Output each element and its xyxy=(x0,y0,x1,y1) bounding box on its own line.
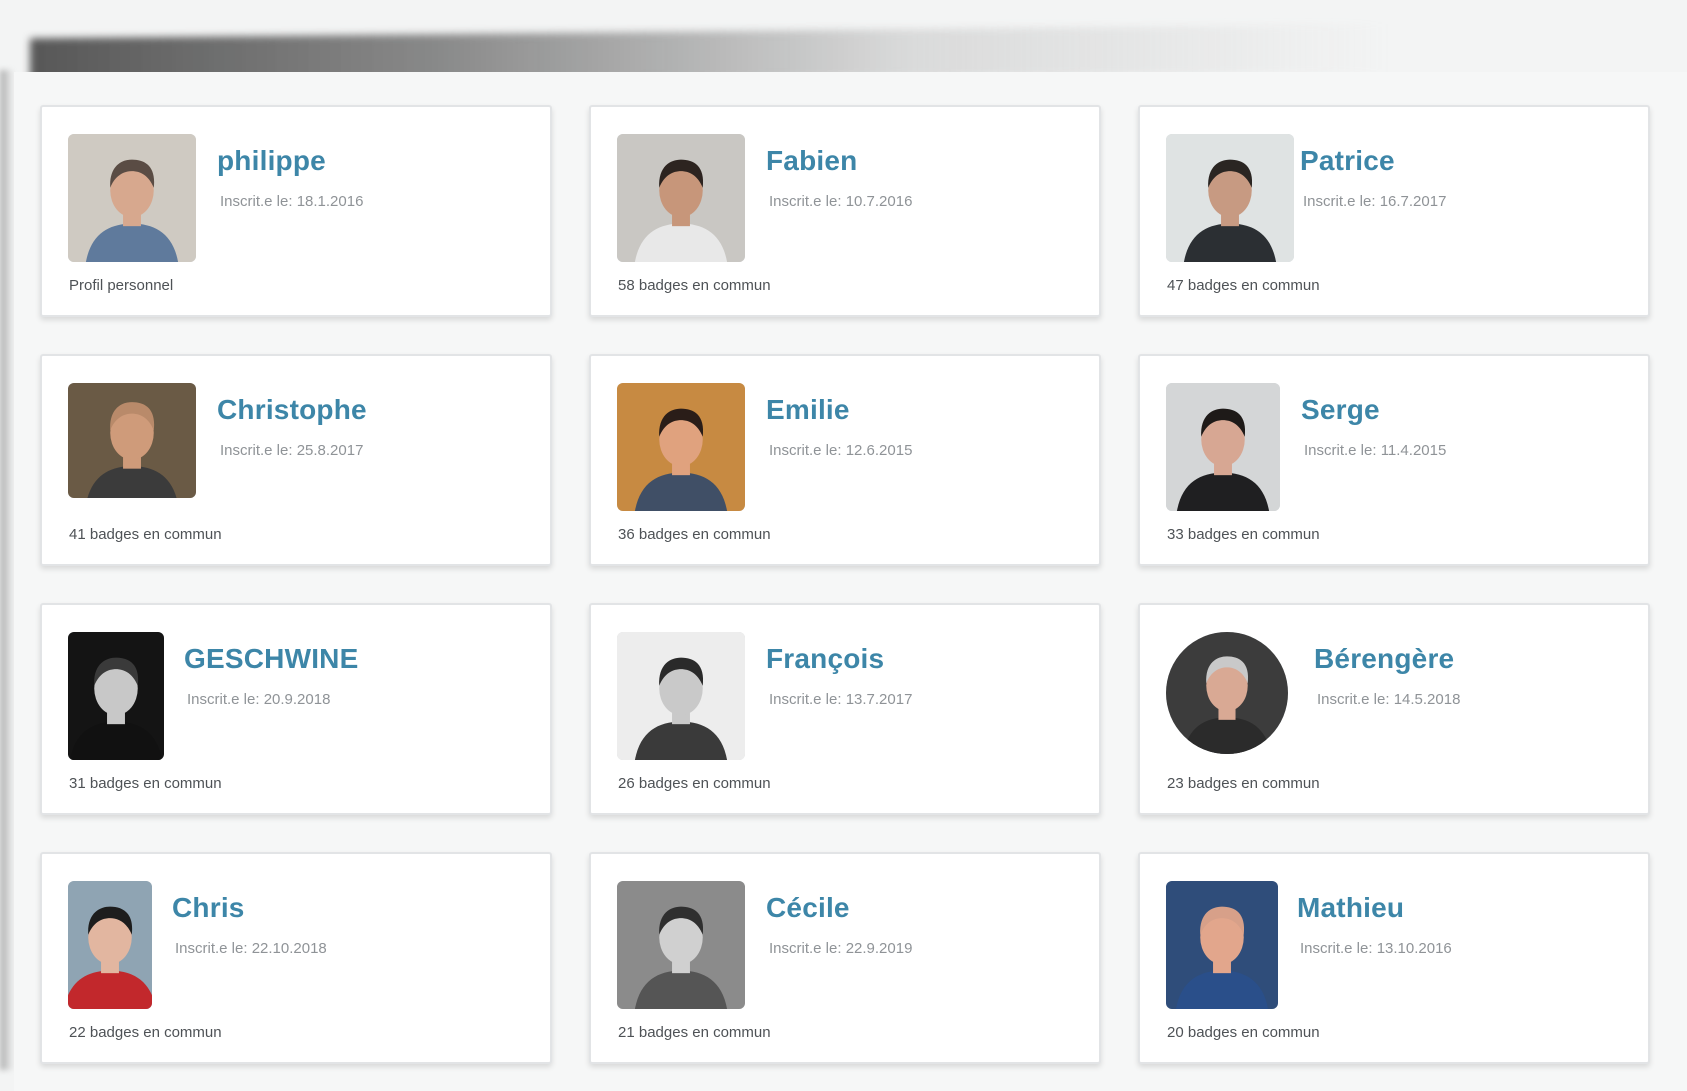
member-name[interactable]: François xyxy=(766,643,884,675)
avatar-photo[interactable] xyxy=(1166,632,1288,754)
member-name[interactable]: Christophe xyxy=(217,394,367,426)
portrait-illustration xyxy=(1166,881,1278,1009)
member-card-christophe[interactable]: Christophe Inscrit.e le: 25.8.2017 41 ba… xyxy=(40,354,552,566)
registration-date: Inscrit.e le: 25.8.2017 xyxy=(220,442,364,459)
portrait-illustration xyxy=(68,134,196,262)
registration-date: Inscrit.e le: 20.9.2018 xyxy=(187,691,331,708)
badges-in-common: 41 badges en commun xyxy=(69,526,222,543)
avatar-photo[interactable] xyxy=(1166,881,1278,1009)
registration-date: Inscrit.e le: 11.4.2015 xyxy=(1304,442,1447,459)
member-card-geschwine[interactable]: GESCHWINE Inscrit.e le: 20.9.2018 31 bad… xyxy=(40,603,552,815)
member-card-fabien[interactable]: Fabien Inscrit.e le: 10.7.2016 58 badges… xyxy=(589,105,1101,317)
badges-in-common: 23 badges en commun xyxy=(1167,775,1320,792)
portrait-illustration xyxy=(1166,134,1294,262)
registration-date: Inscrit.e le: 12.6.2015 xyxy=(769,442,913,459)
badges-in-common: 36 badges en commun xyxy=(618,526,771,543)
portrait-illustration xyxy=(68,383,196,498)
portrait-illustration xyxy=(1166,383,1280,511)
member-card-chris[interactable]: Chris Inscrit.e le: 22.10.2018 22 badges… xyxy=(40,852,552,1064)
member-name[interactable]: Cécile xyxy=(766,892,850,924)
member-name[interactable]: Bérengère xyxy=(1314,643,1454,675)
page-left-shadow xyxy=(0,70,14,1070)
avatar-photo[interactable] xyxy=(68,383,196,498)
badges-in-common: 26 badges en commun xyxy=(618,775,771,792)
avatar-photo[interactable] xyxy=(617,632,745,760)
member-name[interactable]: Mathieu xyxy=(1297,892,1404,924)
member-card-cecile[interactable]: Cécile Inscrit.e le: 22.9.2019 21 badges… xyxy=(589,852,1101,1064)
member-card-patrice[interactable]: Patrice Inscrit.e le: 16.7.2017 47 badge… xyxy=(1138,105,1650,317)
portrait-illustration xyxy=(617,134,745,262)
avatar-photo[interactable] xyxy=(68,632,164,760)
member-card-berengere[interactable]: Bérengère Inscrit.e le: 14.5.2018 23 bad… xyxy=(1138,603,1650,815)
badges-in-common: 20 badges en commun xyxy=(1167,1024,1320,1041)
members-grid: philippe Inscrit.e le: 18.1.2016 Profil … xyxy=(40,105,1650,1064)
member-name[interactable]: Chris xyxy=(172,892,245,924)
portrait-illustration xyxy=(68,881,152,1009)
badges-in-common: 33 badges en commun xyxy=(1167,526,1320,543)
portrait-illustration xyxy=(617,632,745,760)
avatar-photo[interactable] xyxy=(68,134,196,262)
member-name[interactable]: GESCHWINE xyxy=(184,643,358,675)
member-name[interactable]: Fabien xyxy=(766,145,857,177)
registration-date: Inscrit.e le: 16.7.2017 xyxy=(1303,193,1447,210)
member-name[interactable]: Emilie xyxy=(766,394,850,426)
portrait-illustration xyxy=(68,632,164,760)
registration-date: Inscrit.e le: 10.7.2016 xyxy=(769,193,913,210)
portrait-illustration xyxy=(617,881,745,1009)
avatar-photo[interactable] xyxy=(68,881,152,1009)
avatar-photo[interactable] xyxy=(617,383,745,511)
member-card-mathieu[interactable]: Mathieu Inscrit.e le: 13.10.2016 20 badg… xyxy=(1138,852,1650,1064)
member-name[interactable]: Patrice xyxy=(1300,145,1395,177)
member-card-serge[interactable]: Serge Inscrit.e le: 11.4.2015 33 badges … xyxy=(1138,354,1650,566)
avatar-photo[interactable] xyxy=(617,881,745,1009)
registration-date: Inscrit.e le: 13.10.2016 xyxy=(1300,940,1452,957)
badges-in-common: 21 badges en commun xyxy=(618,1024,771,1041)
avatar-photo[interactable] xyxy=(1166,383,1280,511)
badges-in-common: 47 badges en commun xyxy=(1167,277,1320,294)
member-card-emilie[interactable]: Emilie Inscrit.e le: 12.6.2015 36 badges… xyxy=(589,354,1101,566)
member-card-philippe[interactable]: philippe Inscrit.e le: 18.1.2016 Profil … xyxy=(40,105,552,317)
avatar-photo[interactable] xyxy=(1166,134,1294,262)
member-card-francois[interactable]: François Inscrit.e le: 13.7.2017 26 badg… xyxy=(589,603,1101,815)
registration-date: Inscrit.e le: 14.5.2018 xyxy=(1317,691,1461,708)
registration-date: Inscrit.e le: 22.9.2019 xyxy=(769,940,913,957)
avatar-photo[interactable] xyxy=(617,134,745,262)
badges-in-common: 58 badges en commun xyxy=(618,277,771,294)
member-name[interactable]: Serge xyxy=(1301,394,1380,426)
registration-date: Inscrit.e le: 13.7.2017 xyxy=(769,691,913,708)
portrait-illustration xyxy=(617,383,745,511)
registration-date: Inscrit.e le: 22.10.2018 xyxy=(175,940,327,957)
badges-in-common: 31 badges en commun xyxy=(69,775,222,792)
registration-date: Inscrit.e le: 18.1.2016 xyxy=(220,193,364,210)
badges-in-common: 22 badges en commun xyxy=(69,1024,222,1041)
member-name[interactable]: philippe xyxy=(217,145,326,177)
profile-footer: Profil personnel xyxy=(69,277,174,294)
portrait-illustration xyxy=(1166,632,1288,754)
